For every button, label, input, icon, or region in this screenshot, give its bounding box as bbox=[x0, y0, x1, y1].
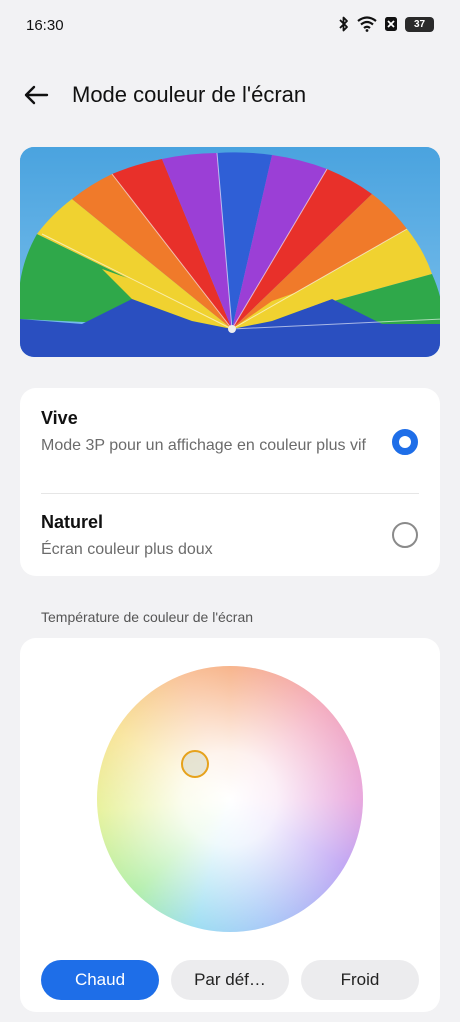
preview-image bbox=[20, 147, 440, 357]
section-label-temperature: Température de couleur de l'écran bbox=[41, 609, 254, 625]
status-bar: 16:30 37 bbox=[0, 0, 460, 54]
status-time: 16:30 bbox=[26, 17, 64, 34]
parachute-preview-illustration bbox=[20, 147, 440, 357]
mode-description: Mode 3P pour un affichage en couleur plu… bbox=[41, 437, 366, 454]
back-arrow-icon bbox=[24, 85, 49, 105]
temperature-buttons: Chaud Par déf… Froid bbox=[41, 960, 419, 1000]
page-title: Mode couleur de l'écran bbox=[72, 82, 307, 107]
sim-icon bbox=[384, 16, 398, 32]
mode-option-vive[interactable]: Vive Mode 3P pour un affichage en couleu… bbox=[20, 388, 440, 493]
wifi-icon bbox=[357, 16, 377, 32]
color-wheel-handle[interactable] bbox=[181, 750, 209, 778]
color-wheel[interactable] bbox=[97, 666, 363, 932]
back-button[interactable] bbox=[18, 78, 54, 112]
mode-option-naturel[interactable]: Naturel Écran couleur plus doux bbox=[20, 494, 440, 576]
battery-level: 37 bbox=[413, 18, 426, 30]
temperature-card: Chaud Par déf… Froid bbox=[20, 638, 440, 1012]
battery-icon: 37 bbox=[405, 16, 434, 32]
header: Mode couleur de l'écran bbox=[0, 70, 460, 120]
radio-dot bbox=[399, 436, 411, 448]
mode-description: Écran couleur plus doux bbox=[41, 541, 213, 558]
mode-title: Vive bbox=[41, 408, 78, 428]
warm-button[interactable]: Chaud bbox=[41, 960, 159, 1000]
mode-title: Naturel bbox=[41, 512, 104, 532]
radio-vive-selected[interactable] bbox=[392, 429, 418, 455]
cold-button[interactable]: Froid bbox=[301, 960, 419, 1000]
radio-naturel[interactable] bbox=[392, 522, 418, 548]
bluetooth-icon bbox=[338, 16, 350, 32]
status-icons: 37 bbox=[338, 16, 434, 32]
default-button[interactable]: Par déf… bbox=[171, 960, 289, 1000]
color-mode-card: Vive Mode 3P pour un affichage en couleu… bbox=[20, 388, 440, 576]
